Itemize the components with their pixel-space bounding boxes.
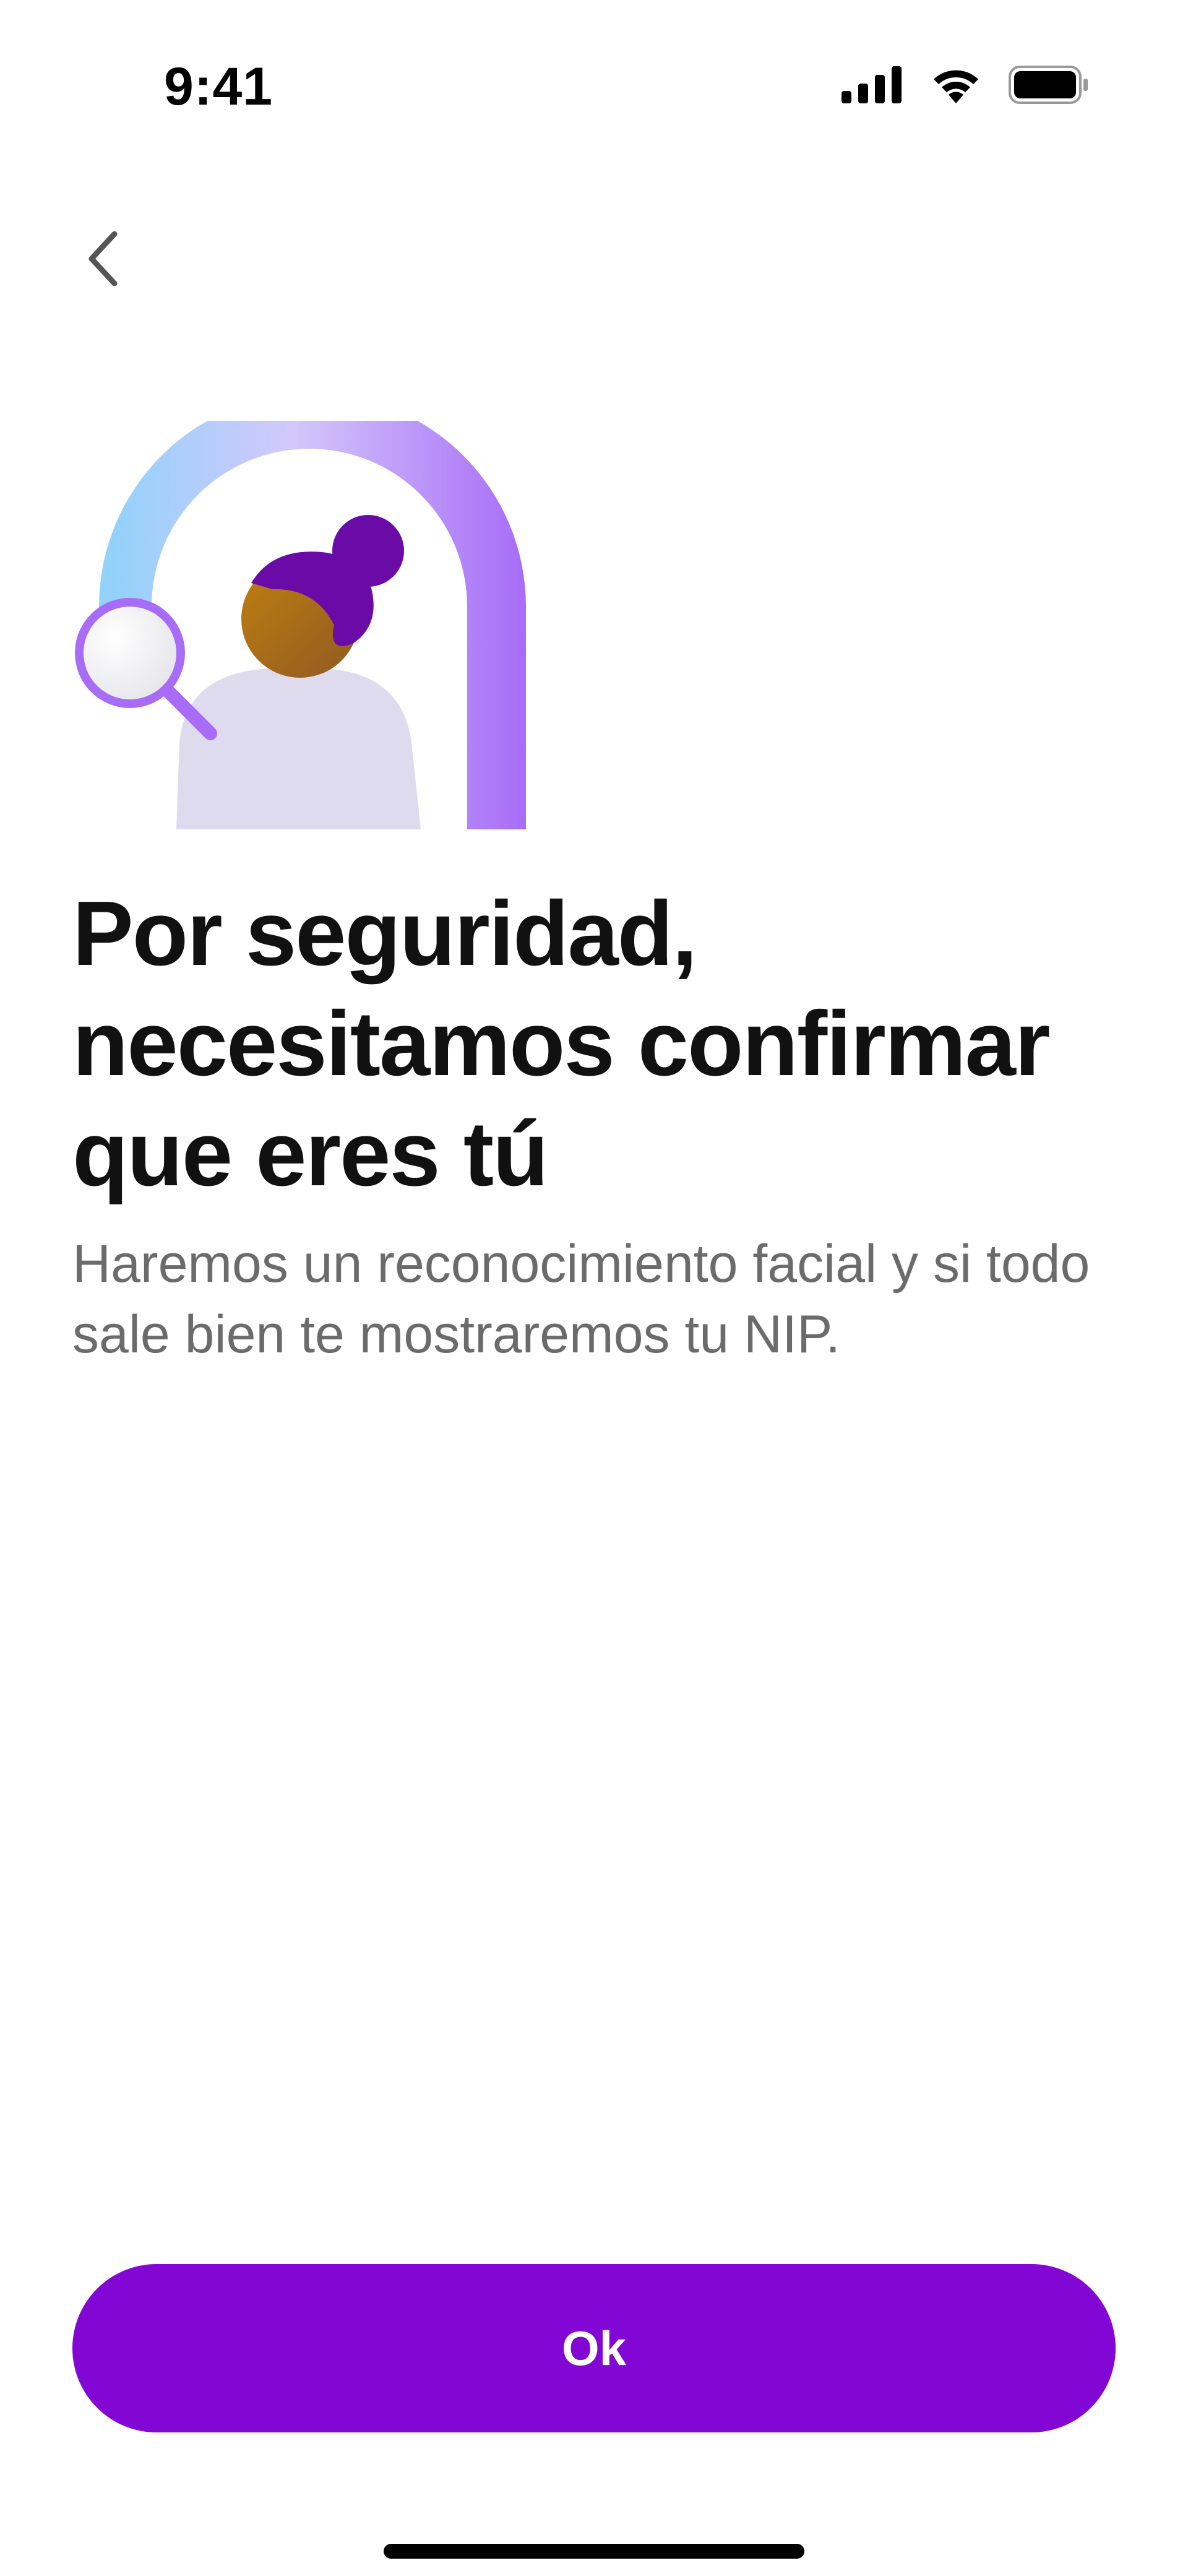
battery-icon [1009, 66, 1089, 107]
wifi-icon [928, 65, 984, 108]
status-bar: 9:41 [0, 0, 1188, 155]
back-button[interactable] [68, 223, 136, 297]
face-recognition-illustration [68, 393, 538, 829]
home-indicator[interactable] [384, 2544, 804, 2559]
cellular-signal-icon [842, 66, 903, 106]
ok-button[interactable]: Ok [72, 2264, 1116, 2432]
page-subtitle: Haremos un reconocimiento facial y si to… [72, 1234, 1090, 1364]
page-title: Por seguridad, necesitamos confirmar que… [72, 883, 1050, 1205]
chevron-left-icon [80, 228, 124, 293]
status-icons [842, 65, 1089, 108]
status-time: 9:41 [164, 57, 273, 116]
